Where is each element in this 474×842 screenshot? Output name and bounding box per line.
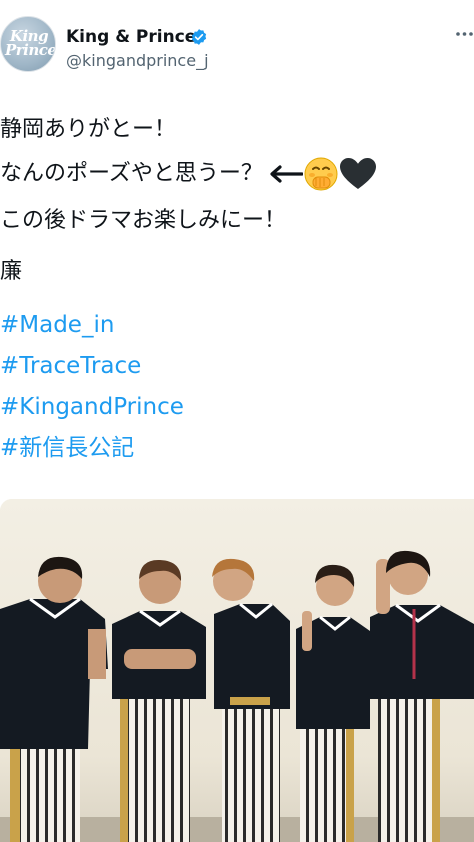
black-heart-emoji: [339, 158, 376, 189]
tweet-text: なんのポーズやと思うー？: [0, 161, 263, 186]
tweet-text-line: この後ドラマお楽しみにー！: [0, 208, 287, 233]
tweet-text-line-with-emoji: なんのポーズやと思うー？: [0, 156, 377, 192]
hashtag-link[interactable]: #新信長公記: [0, 434, 134, 462]
verified-badge-icon: [191, 29, 207, 45]
tweet-header: King Prince King & Prince @kingandprince…: [0, 0, 474, 100]
tweet-signature: 廉: [0, 259, 23, 284]
hashtag-link[interactable]: #Made_in: [0, 311, 114, 339]
group-photo-illustration: [0, 499, 474, 842]
avatar[interactable]: King Prince: [0, 16, 56, 72]
avatar-logo: King Prince: [5, 29, 56, 59]
hand-over-mouth-emoji: [304, 157, 338, 191]
hashtag-link[interactable]: #KingandPrince: [0, 393, 184, 421]
avatar-logo-line2: Prince: [5, 41, 56, 59]
more-options-icon[interactable]: [455, 30, 474, 38]
user-handle[interactable]: @kingandprince_j: [66, 51, 209, 71]
tweet-text-line: 静岡ありがとー！: [0, 117, 177, 142]
display-name[interactable]: King & Prince: [66, 26, 196, 48]
hashtag-link[interactable]: #TraceTrace: [0, 352, 141, 380]
arrow-left-icon: [270, 165, 303, 183]
tweet-photo[interactable]: [0, 499, 474, 842]
